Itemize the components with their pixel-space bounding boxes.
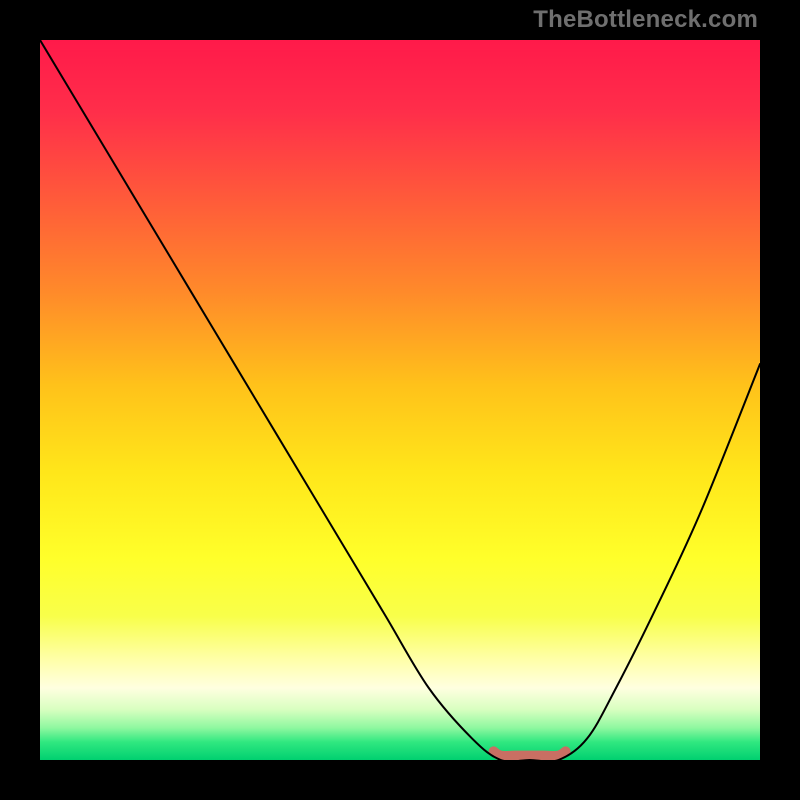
curve-layer bbox=[40, 40, 760, 760]
watermark-text: TheBottleneck.com bbox=[533, 6, 758, 34]
optimal-range-marker bbox=[494, 751, 566, 756]
chart-frame: TheBottleneck.com bbox=[0, 0, 800, 800]
plot-area bbox=[40, 40, 760, 760]
bottleneck-curve bbox=[40, 40, 760, 760]
